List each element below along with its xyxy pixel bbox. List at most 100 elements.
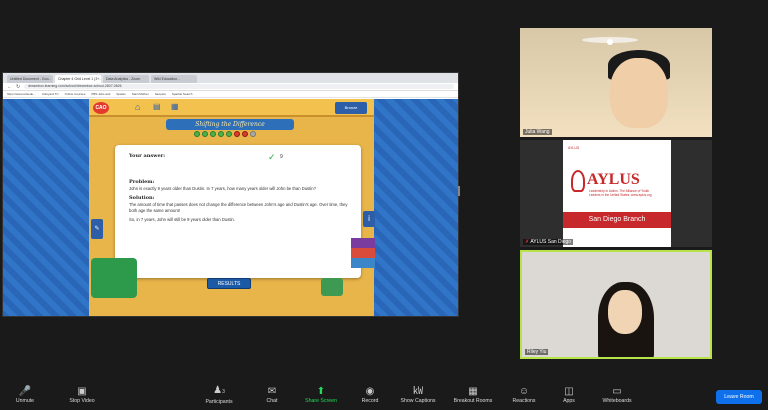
pencil-icon[interactable]: ✎: [91, 219, 103, 239]
score-badge: Bronze: [335, 102, 367, 114]
chat-label: Chat: [266, 398, 278, 404]
bookmark[interactable]: Sparkle Search: [172, 92, 193, 96]
problem-text: John is exactly 9 years older than Dusti…: [129, 186, 316, 191]
stop-video-label: Stop Video: [69, 398, 95, 404]
progress-dot: [242, 131, 248, 137]
score-label: Bronze: [344, 105, 358, 110]
bookmark[interactable]: Unfoyard TC: [42, 92, 59, 96]
share-screen-icon: ⬆: [316, 386, 326, 397]
game-title: Shifting the Difference: [166, 119, 294, 130]
info-icon[interactable]: i: [363, 211, 375, 227]
grid-icon[interactable]: ▦: [171, 102, 179, 111]
address-bar: ← ↻ dreambox.learning.com/school/dreambo…: [3, 83, 458, 91]
bookmark[interactable]: Neopets: [155, 92, 166, 96]
show-captions-button[interactable]: ㎾ Show Captions: [394, 380, 442, 410]
game-logo[interactable]: CAO: [93, 102, 109, 114]
aylus-tagline: Leadership in Action. The Alliance of Yo…: [589, 189, 652, 197]
bookmark[interactable]: Sparks: [116, 92, 125, 96]
progress-dot: [234, 131, 240, 137]
muted-microphone-icon: 🎤: [18, 386, 32, 397]
muted-icon: ✗: [525, 239, 530, 245]
whiteboards-label: Whiteboards: [602, 398, 632, 404]
leave-room-button[interactable]: Leave Room: [716, 390, 762, 404]
participant-name: ✗ AYLUS San Diego: [523, 239, 574, 245]
share-screen-button[interactable]: ⬆ Share Screen: [296, 380, 346, 410]
browser-tab[interactable]: Chapter 4 Grid Level 1 (3+...: [55, 75, 101, 83]
torch-icon: [571, 170, 585, 192]
game-right-backdrop: [374, 99, 458, 316]
participant-name: Riley Yiu: [525, 349, 549, 355]
your-answer-value: 9: [280, 154, 283, 160]
breakout-rooms-icon: ▦: [468, 386, 478, 397]
participant-video: [608, 290, 642, 334]
chat-button[interactable]: ✉ Chat: [254, 380, 290, 410]
back-icon[interactable]: ←: [7, 84, 12, 90]
apps-button[interactable]: ◫ Apps: [554, 380, 584, 410]
aylus-small-label: AYLUS: [568, 146, 580, 150]
whiteboards-button[interactable]: ▭ Whiteboards: [594, 380, 640, 410]
participant-name: Julia Wang: [523, 129, 552, 135]
whiteboard-icon: ▭: [612, 386, 622, 397]
browser-tab[interactable]: Data Analytics - Zoom: [103, 75, 149, 83]
unmute-button[interactable]: 🎤 Unmute: [6, 380, 44, 410]
aylus-branch: San Diego Branch: [563, 212, 671, 228]
participant-name-text: AYLUS San Diego: [530, 239, 572, 245]
pencil-cup-decoration: [91, 258, 137, 298]
progress-dot: [202, 131, 208, 137]
progress-dot: [194, 131, 200, 137]
mug-decoration: [321, 278, 343, 296]
game-left-backdrop: [3, 99, 89, 316]
split-handle[interactable]: [458, 186, 460, 196]
progress-dot: [218, 131, 224, 137]
show-captions-label: Show Captions: [400, 398, 436, 404]
unmute-label: Unmute: [15, 398, 35, 404]
participants-button[interactable]: ♟3 Participants: [194, 380, 244, 410]
participants-label: Participants: [205, 399, 233, 405]
home-icon[interactable]: ⌂: [135, 102, 140, 112]
reactions-button[interactable]: ☺ Reactions: [504, 380, 544, 410]
apps-label: Apps: [563, 398, 575, 404]
people-icon: ♟3: [213, 385, 225, 396]
results-button[interactable]: RESULTS: [207, 278, 251, 289]
book-icon[interactable]: ▤: [153, 102, 161, 111]
reactions-label: Reactions: [512, 398, 536, 404]
chat-bubble-icon: ✉: [267, 386, 277, 397]
books-decoration: [351, 238, 375, 268]
bookmark[interactable]: https://www.artsedu...: [7, 92, 36, 96]
conclusion-text: So, in 7 years, John will still be 9 yea…: [129, 217, 235, 222]
bookmark[interactable]: PBS Jobs and: [91, 92, 110, 96]
participant-video: [610, 58, 668, 128]
browser-tab-strip: Untitled Document - Goo... Chapter 4 Gri…: [3, 73, 458, 83]
progress-dots: [194, 131, 256, 137]
browser-tab[interactable]: Wiki Education...: [151, 75, 197, 83]
ceiling-fan-icon: [582, 37, 638, 45]
url-field[interactable]: dreambox.learning.com/school/dreambox-sc…: [24, 84, 454, 89]
progress-dot: [226, 131, 232, 137]
solution-label: Solution:: [129, 195, 155, 201]
browser-tab[interactable]: Untitled Document - Goo...: [7, 75, 53, 83]
solution-text: The amount of time that passes does not …: [129, 202, 348, 213]
meeting-toolbar: 🎤 Unmute ▣ Stop Video ♟3 Participants ✉ …: [0, 380, 768, 410]
record-icon: ◉: [365, 386, 375, 397]
breakout-rooms-button[interactable]: ▦ Breakout Rooms: [448, 380, 498, 410]
bookmark[interactable]: Online Courses: [65, 92, 86, 96]
problem-label: Problem:: [129, 179, 155, 185]
stop-video-button[interactable]: ▣ Stop Video: [54, 380, 110, 410]
participant-tile-active-speaker[interactable]: Riley Yiu: [520, 250, 712, 359]
participants-count: 3: [222, 389, 225, 395]
checkmark-icon: ✓: [268, 152, 276, 162]
answer-card: Your answer: ✓ 9 Problem: John is exactl…: [115, 145, 361, 278]
smiley-icon: ☺: [518, 386, 530, 397]
participant-tile[interactable]: AYLUS AYLUS Leadership in Action. The Al…: [520, 140, 712, 247]
bookmark[interactable]: Saint Mother: [132, 92, 149, 96]
aylus-brand: AYLUS: [587, 171, 640, 188]
breakout-rooms-label: Breakout Rooms: [453, 398, 493, 404]
participant-tile[interactable]: Julia Wang: [520, 28, 712, 137]
game-top-bar: CAO ⌂ ▤ ▦ Bronze: [89, 99, 374, 117]
record-button[interactable]: ◉ Record: [352, 380, 388, 410]
aylus-poster: AYLUS AYLUS Leadership in Action. The Al…: [563, 140, 671, 247]
zoom-meeting-stage: Untitled Document - Goo... Chapter 4 Gri…: [0, 0, 768, 380]
reload-icon[interactable]: ↻: [16, 84, 20, 90]
share-screen-label: Share Screen: [305, 398, 337, 404]
progress-dot: [250, 131, 256, 137]
